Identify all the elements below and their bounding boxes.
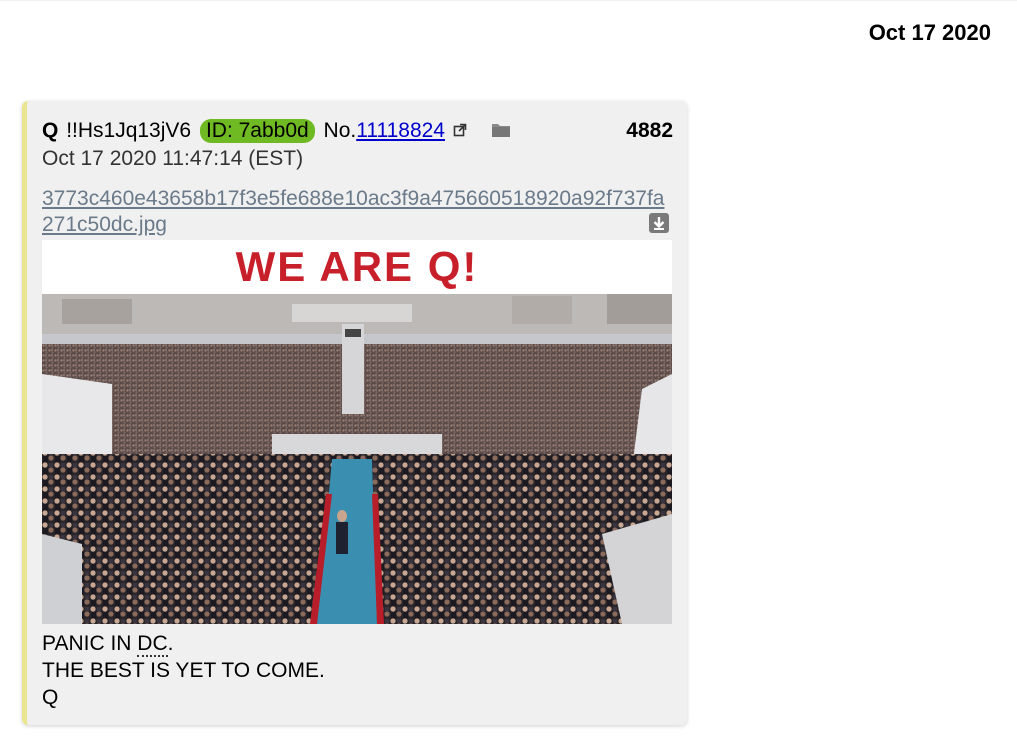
poster-tripcode: !!Hs1Jq13jV6 bbox=[66, 119, 192, 142]
image-banner-text: WE ARE Q! bbox=[235, 243, 479, 290]
image-filename-link[interactable]: 3773c460e43658b17f3e5fe688e10ac3f9a47566… bbox=[42, 186, 667, 238]
post-no-prefix: No. bbox=[323, 119, 357, 142]
image-banner: WE ARE Q! bbox=[42, 240, 672, 294]
post-body-line1: PANIC IN DC. bbox=[42, 632, 174, 657]
crowd-photo bbox=[42, 294, 672, 624]
download-icon[interactable] bbox=[649, 213, 669, 233]
post-body-signature: Q bbox=[42, 686, 59, 709]
post-timestamp: Oct 17 2020 11:47:14 (EST) bbox=[42, 147, 304, 170]
date-header: Oct 17 2020 bbox=[868, 20, 991, 45]
post-header: Q !!Hs1Jq13jV6 ID: 7abb0d No.11118824 bbox=[42, 118, 511, 144]
external-link-icon[interactable] bbox=[453, 123, 467, 137]
poster-id-badge[interactable]: ID: 7abb0d bbox=[199, 119, 315, 143]
post-body: PANIC IN DC. THE BEST IS YET TO COME. Q bbox=[42, 630, 325, 711]
abbreviation: DC bbox=[137, 632, 168, 657]
post-card: Q !!Hs1Jq13jV6 ID: 7abb0d No.11118824 48… bbox=[22, 101, 687, 725]
top-divider bbox=[0, 0, 1017, 1]
post-number: 4882 bbox=[626, 119, 673, 142]
poster-name: Q bbox=[42, 119, 59, 142]
post-body-line2: THE BEST IS YET TO COME. bbox=[42, 659, 325, 682]
post-id-link[interactable]: 11118824 bbox=[356, 119, 445, 142]
folder-icon[interactable] bbox=[491, 122, 511, 138]
post-image[interactable]: WE ARE Q! bbox=[42, 240, 672, 624]
